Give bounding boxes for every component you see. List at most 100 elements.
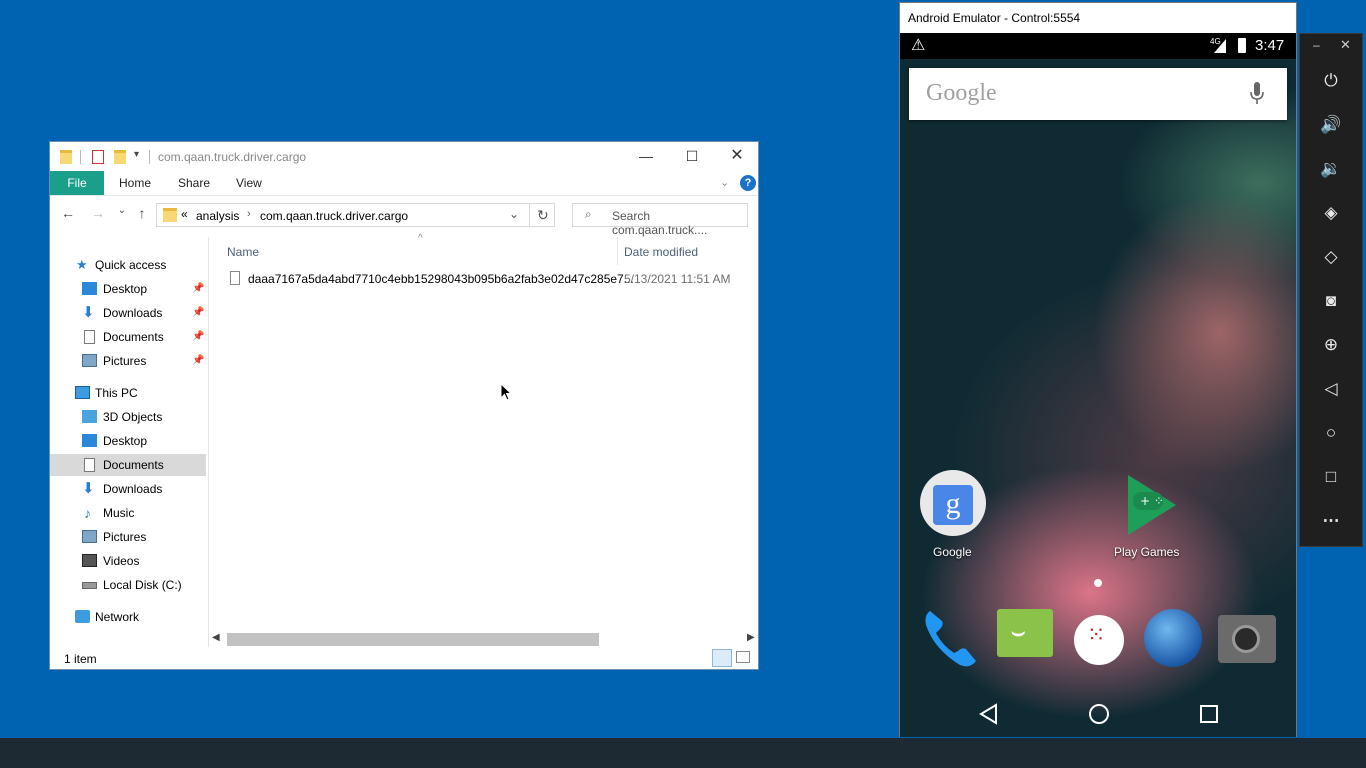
column-divider[interactable] <box>617 237 618 265</box>
power-icon[interactable]: ⏻ <box>1300 61 1362 101</box>
app-drawer-icon[interactable]: ⁙ <box>1074 615 1124 665</box>
nav-quick-documents[interactable]: Documents 📌 <box>50 326 206 348</box>
emulator-title: Android Emulator - Control:5554 <box>908 11 1081 25</box>
nav-quick-desktop[interactable]: Desktop 📌 <box>50 278 206 300</box>
screenshot-icon[interactable]: ◙ <box>1300 281 1362 321</box>
app-play-games[interactable]: + ⁘ Play Games <box>1112 470 1192 560</box>
browser-icon[interactable] <box>1144 609 1202 667</box>
nav-desktop[interactable]: Desktop <box>50 430 206 452</box>
android-status-bar: ⚠ 4G 3:47 <box>900 33 1296 59</box>
nav-music[interactable]: ♪ Music <box>50 502 206 524</box>
nav-label: Videos <box>103 554 140 568</box>
close-button[interactable]: ✕ <box>714 142 760 171</box>
toolbar-minimize-button[interactable]: – <box>1313 38 1320 52</box>
nav-label: Documents <box>103 458 164 472</box>
rotate-right-icon[interactable]: ◇ <box>1300 237 1362 277</box>
scroll-right-icon[interactable]: ▶ <box>747 632 755 643</box>
address-bar[interactable]: « analysis › com.qaan.truck.driver.cargo… <box>156 203 555 227</box>
forward-arrow-icon[interactable]: → <box>90 205 106 221</box>
back-arrow-icon[interactable]: ← <box>60 205 76 221</box>
tab-view[interactable]: View <box>236 171 262 195</box>
details-view-icon[interactable] <box>712 649 732 667</box>
overview-icon[interactable]: □ <box>1300 457 1362 497</box>
nav-label: This PC <box>95 386 138 400</box>
minimize-button[interactable]: — <box>623 142 669 171</box>
rotate-left-icon[interactable]: ◈ <box>1300 193 1362 233</box>
camera-icon[interactable] <box>1218 615 1276 663</box>
nav-label: Downloads <box>103 306 163 320</box>
tab-file[interactable]: File <box>50 171 104 195</box>
scroll-left-icon[interactable]: ◀ <box>212 632 220 643</box>
breadcrumb-current[interactable]: com.qaan.truck.driver.cargo <box>260 209 408 223</box>
up-arrow-icon[interactable]: ↑ <box>134 205 150 221</box>
chevron-down-icon[interactable]: ⌄ <box>509 207 519 221</box>
breadcrumb-overflow[interactable]: « <box>181 207 188 221</box>
network-icon <box>75 610 90 623</box>
chevron-right-icon[interactable]: › <box>247 208 251 220</box>
table-row[interactable]: daaa7167a5da4abd7710c4ebb15298043b095b6a… <box>210 267 758 291</box>
properties-icon[interactable] <box>92 150 104 164</box>
nav-this-pc[interactable]: This PC <box>50 382 206 404</box>
horizontal-scrollbar[interactable]: ◀ ▶ <box>210 631 758 648</box>
nav-quick-pictures[interactable]: Pictures 📌 <box>50 350 206 372</box>
phone-icon[interactable] <box>922 607 980 669</box>
scroll-thumb[interactable] <box>227 633 599 646</box>
google-search-bar[interactable]: Google <box>909 68 1287 120</box>
nav-overview-icon[interactable] <box>1199 704 1219 724</box>
nav-back-icon[interactable] <box>978 703 1000 725</box>
nav-home-icon[interactable] <box>1087 702 1111 726</box>
nav-quick-access[interactable]: ★ Quick access <box>50 254 206 276</box>
emulator-title-bar[interactable]: Android Emulator - Control:5554 <box>900 3 1296 33</box>
nav-local-disk[interactable]: Local Disk (C:) <box>50 574 206 596</box>
search-box[interactable]: ⌕ Search com.qaan.truck.... <box>572 203 748 237</box>
nav-label: Desktop <box>103 282 148 296</box>
nav-documents[interactable]: Documents <box>50 454 206 476</box>
column-header-name[interactable]: Name <box>227 245 259 259</box>
documents-icon <box>84 458 95 472</box>
nav-quick-downloads[interactable]: ⬇ Downloads 📌 <box>50 302 206 324</box>
zoom-icon[interactable]: ⊕ <box>1300 325 1362 365</box>
app-label: Google <box>933 545 972 559</box>
volume-down-icon[interactable]: 🔉 <box>1300 149 1362 189</box>
breadcrumb-analysis[interactable]: analysis <box>196 209 239 223</box>
folder-icon <box>60 150 72 164</box>
back-icon[interactable]: ◁ <box>1300 369 1362 409</box>
expand-ribbon-icon[interactable]: ⌄ <box>720 176 729 189</box>
more-icon[interactable]: ⋯ <box>1300 501 1362 541</box>
recent-locations-icon[interactable]: ⌄ <box>114 205 130 221</box>
microphone-icon[interactable] <box>1250 82 1264 106</box>
search-icon: ⌕ <box>585 207 592 221</box>
nav-videos[interactable]: Videos <box>50 550 206 572</box>
divider <box>529 204 530 226</box>
maximize-button[interactable]: ☐ <box>669 142 715 171</box>
home-icon[interactable]: ○ <box>1300 413 1362 453</box>
search-input[interactable]: Search com.qaan.truck.... <box>612 209 747 237</box>
large-icons-view-icon[interactable] <box>736 651 750 663</box>
nav-3d-objects[interactable]: 3D Objects <box>50 406 206 428</box>
nav-label: Pictures <box>103 354 147 368</box>
help-icon[interactable]: ? <box>740 175 756 191</box>
refresh-icon[interactable]: ↻ <box>537 207 549 224</box>
tab-home[interactable]: Home <box>119 171 151 195</box>
title-bar[interactable]: ▾ com.qaan.truck.driver.cargo — ☐ ✕ <box>50 142 758 171</box>
column-header-date[interactable]: Date modified <box>624 245 698 259</box>
download-icon: ⬇ <box>82 480 95 497</box>
nav-label: Network <box>95 610 140 624</box>
window-title: com.qaan.truck.driver.cargo <box>158 150 307 164</box>
messaging-icon[interactable]: ⌣ <box>997 609 1053 657</box>
google-search-hint: Google <box>926 80 997 106</box>
pictures-icon <box>82 354 97 367</box>
nav-network[interactable]: Network <box>50 606 206 628</box>
tab-share[interactable]: Share <box>178 171 210 195</box>
volume-up-icon[interactable]: 🔊 <box>1300 105 1362 145</box>
new-folder-icon[interactable] <box>114 150 126 164</box>
app-google[interactable]: g Google <box>920 470 986 560</box>
toolbar-close-button[interactable]: ✕ <box>1340 37 1351 53</box>
file-name: daaa7167a5da4abd7710c4ebb15298043b095b6a… <box>248 272 634 286</box>
nav-pictures[interactable]: Pictures <box>50 526 206 548</box>
customize-qat-icon[interactable]: ▾ <box>134 149 139 160</box>
nav-label: Pictures <box>103 530 147 544</box>
item-count: 1 item <box>64 652 97 666</box>
android-screen[interactable]: ⚠ 4G 3:47 Google g Google + ⁘ Play Games… <box>900 33 1296 737</box>
nav-downloads[interactable]: ⬇ Downloads <box>50 478 206 500</box>
